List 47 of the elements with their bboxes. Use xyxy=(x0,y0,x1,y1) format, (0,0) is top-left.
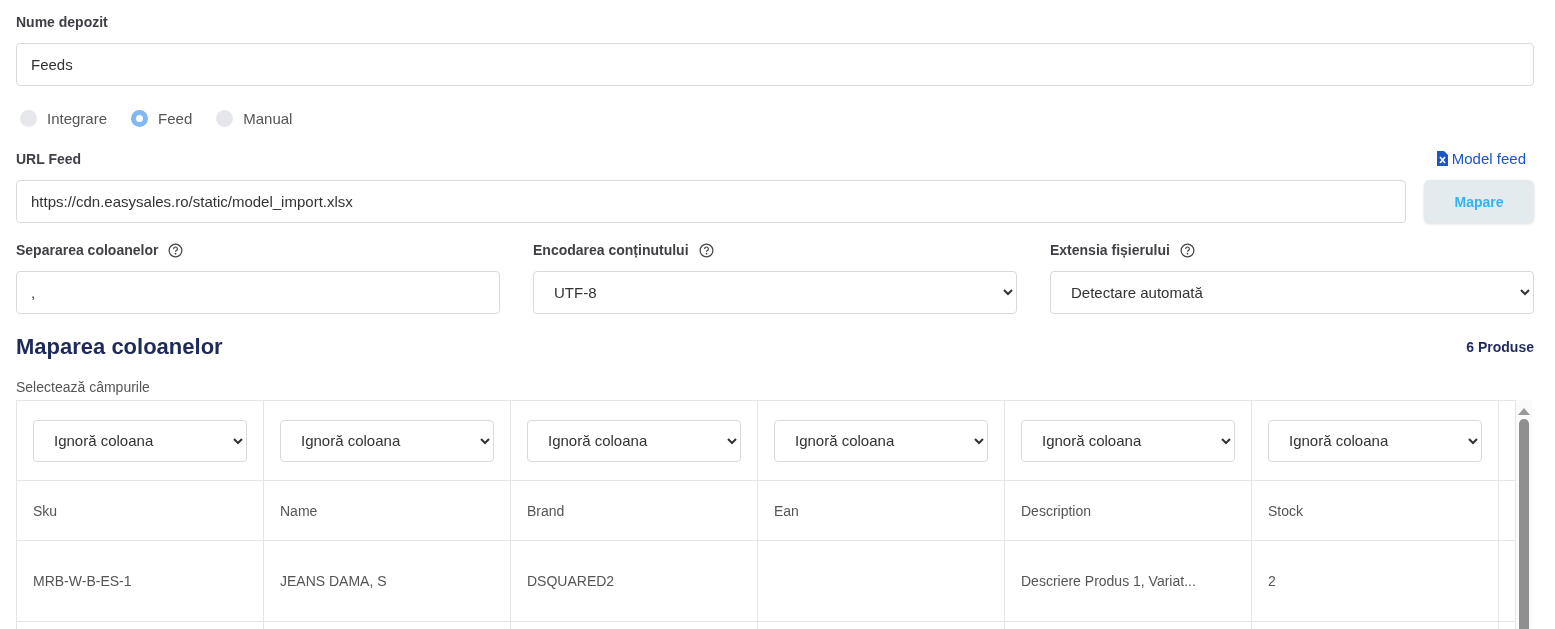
field-label: Extensia fișierului xyxy=(1050,242,1170,258)
scroll-up-icon[interactable] xyxy=(1518,408,1530,415)
field-label: Encodarea conținutului xyxy=(533,242,689,258)
column-header: Sku xyxy=(16,480,264,541)
radio-circle[interactable] xyxy=(131,109,149,127)
feed-url-input[interactable]: https://cdn.easysales.ro/static/model_import.xlsx xyxy=(16,180,1406,223)
scrollbar[interactable] xyxy=(1516,400,1532,629)
column-header: Description xyxy=(1004,480,1252,541)
column-header: Ean xyxy=(757,480,1005,541)
help-icon[interactable] xyxy=(168,242,184,258)
radio-circle[interactable] xyxy=(216,109,234,127)
table-cell: 2 xyxy=(1251,540,1499,622)
radio-label: Manual xyxy=(243,109,293,127)
radio-label: Integrare xyxy=(47,109,108,127)
radio-option[interactable]: Feed xyxy=(131,109,193,127)
scrollbar-thumb[interactable] xyxy=(1519,419,1529,629)
column-mapping-dropdown[interactable]: Ignoră coloana xyxy=(1268,419,1482,462)
field-label: Separarea coloanelor xyxy=(16,242,159,258)
table-cell: Descriere Produs 1, Variat... xyxy=(1004,540,1252,622)
section-title: Maparea coloanelor xyxy=(16,334,223,360)
field-label: URL Feed xyxy=(16,150,82,167)
column-mapping-dropdown[interactable]: Ignoră coloana xyxy=(1021,419,1235,462)
radio-option[interactable]: Integrare xyxy=(20,109,108,127)
column-mapping-dropdown[interactable]: Ignoră coloana xyxy=(774,419,988,462)
table-cell: DSQUARED2 xyxy=(510,540,758,622)
column-header: Stock xyxy=(1251,480,1499,541)
field-label: Nume depozit xyxy=(16,14,109,30)
help-icon[interactable] xyxy=(698,242,714,258)
table-cell: JEANS DAMA, S xyxy=(263,540,511,622)
column-mapping-dropdown[interactable]: Ignoră coloana xyxy=(280,419,494,462)
radio-option[interactable]: Manual xyxy=(216,109,293,127)
separator-input[interactable]: , xyxy=(16,271,500,314)
radio-label: Feed xyxy=(158,109,193,127)
model-feed-link[interactable]: Model feed xyxy=(1436,150,1526,167)
column-mapping-dropdown[interactable]: Ignoră coloana xyxy=(33,419,247,462)
dropdown[interactable]: Detectare automată xyxy=(1050,271,1534,314)
dropdown[interactable]: UTF-8 xyxy=(533,271,1017,314)
column-mapping-dropdown[interactable]: Ignoră coloana xyxy=(527,419,741,462)
column-header: Brand xyxy=(510,480,758,541)
warehouse-name-input[interactable]: Feeds xyxy=(16,43,1534,86)
radio-circle[interactable] xyxy=(20,109,37,127)
column-header: Name xyxy=(263,480,511,541)
excel-file-icon xyxy=(1436,151,1448,166)
product-count: 6 Produse xyxy=(1466,339,1534,355)
table-cell: MRB-W-B-ES-1 xyxy=(16,540,264,622)
help-icon[interactable] xyxy=(1179,242,1195,258)
hint-text: Selectează câmpurile xyxy=(16,379,151,395)
